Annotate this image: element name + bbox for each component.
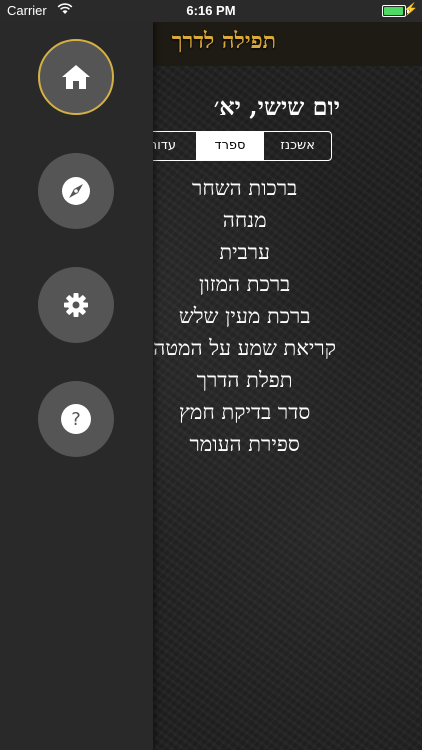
prayer-item-shacharit-blessings[interactable]: ברכות השחר — [153, 172, 336, 204]
nusach-segmented-control: אשכנז ספרד עדות — [128, 131, 332, 161]
date-heading: יום שישי, יא׳ — [213, 92, 340, 121]
prayer-item-birkat-hamazon[interactable]: ברכת המזון — [153, 268, 336, 300]
prayer-item-sefirat-haomer[interactable]: ספירת העומר — [153, 428, 336, 460]
menu-home-button[interactable] — [38, 39, 114, 115]
prayer-item-bedikat-chametz[interactable]: סדר בדיקת חמץ — [153, 396, 336, 428]
compass-icon — [60, 175, 92, 207]
home-icon — [61, 63, 91, 91]
charging-icon: ⚡ — [403, 2, 418, 16]
side-menu-drawer: ? — [0, 22, 153, 750]
page-title: תפילה לדרך — [171, 28, 276, 54]
prayer-item-shema-bedtime[interactable]: קריאת שמע על המטה — [153, 332, 336, 364]
menu-help-button[interactable]: ? — [38, 381, 114, 457]
prayer-list: ברכות השחר מנחה ערבית ברכת המזון ברכת מע… — [153, 172, 336, 460]
question-icon: ? — [60, 403, 92, 435]
tab-ashkenaz[interactable]: אשכנז — [263, 132, 331, 160]
prayer-item-meein-shalosh[interactable]: ברכת מעין שלש — [153, 300, 336, 332]
prayer-item-tefilat-haderech[interactable]: תפלת הדרך — [153, 364, 336, 396]
prayer-item-mincha[interactable]: מנחה — [153, 204, 336, 236]
prayer-item-arvit[interactable]: ערבית — [153, 236, 336, 268]
status-bar: Carrier 6:16 PM ⚡ — [0, 0, 422, 22]
menu-compass-button[interactable] — [38, 153, 114, 229]
svg-text:?: ? — [71, 409, 81, 430]
tab-sefard[interactable]: ספרד — [195, 132, 264, 160]
clock: 6:16 PM — [186, 3, 236, 18]
menu-settings-button[interactable] — [38, 267, 114, 343]
gear-icon — [63, 292, 89, 318]
